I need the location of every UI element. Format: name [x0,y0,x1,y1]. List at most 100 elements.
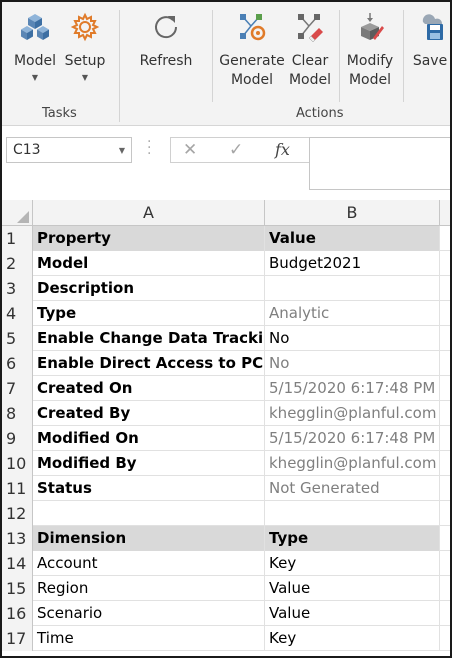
setup-button-label: Setup [64,53,106,69]
table-row: 5 Enable Change Data Tracking No [2,326,450,351]
cell-a[interactable]: Description [33,276,265,301]
row-header[interactable]: 3 [2,276,33,301]
row-header[interactable]: 17 [2,626,33,651]
cell-b[interactable]: 5/15/2020 6:17:48 PM [265,376,440,401]
refresh-button[interactable]: Refresh [136,12,196,71]
cell-a[interactable]: Created By [33,401,265,426]
select-all-corner[interactable] [2,200,33,226]
clear-model-label-line1: Clear [291,53,329,69]
row-header[interactable]: 6 [2,351,33,376]
table-row: 4 Type Analytic [2,301,450,326]
cell-a[interactable]: Enable Direct Access to PCR [33,351,265,376]
select-all-triangle-icon [17,211,29,223]
cell-b[interactable]: Key [265,626,440,651]
generate-model-label-line2: Model [230,72,274,88]
cell-a[interactable]: Enable Change Data Tracking [33,326,265,351]
table-row: 7 Created On 5/15/2020 6:17:48 PM [2,376,450,401]
refresh-button-label: Refresh [139,53,193,69]
row-header[interactable]: 7 [2,376,33,401]
row-header[interactable]: 4 [2,301,33,326]
cell-a[interactable]: Status [33,476,265,501]
table-row: 10 Modified By khegglin@planful.com [2,451,450,476]
name-box-dropdown-icon[interactable]: ▼ [119,146,125,155]
row-header[interactable]: 13 [2,526,33,551]
setup-dropdown-caret-icon[interactable]: ▼ [62,74,108,82]
table-row: 15 Region Value [2,576,450,601]
cell-b[interactable]: 5/15/2020 6:17:48 PM [265,426,440,451]
cell-a[interactable]: Modified On [33,426,265,451]
cell-a[interactable]: Account [33,551,265,576]
formula-bar-grip-icon[interactable]: · · · [147,135,151,161]
modify-model-icon [361,13,384,40]
generate-model-icon [240,14,266,41]
formula-buttons: ✕ ✓ fx [170,137,310,163]
cell-b[interactable]: Not Generated [265,476,440,501]
modify-model-label-line2: Model [348,72,392,88]
model-button[interactable]: Model ▼ [10,12,60,82]
name-box[interactable]: C13 ▼ [6,137,132,163]
cell-a[interactable]: Type [33,301,265,326]
row-header[interactable]: 12 [2,501,33,526]
cell-a[interactable]: Region [33,576,265,601]
cell-a[interactable]: Model [33,251,265,276]
enter-check-icon[interactable]: ✓ [229,140,243,160]
row-header[interactable]: 2 [2,251,33,276]
tasks-group-label: Tasks [42,106,77,121]
ribbon-separator [339,10,340,102]
clear-model-label-line2: Model [288,72,332,88]
cell-b[interactable]: Type [265,526,440,551]
save-button-label: Save [412,53,448,69]
row-header[interactable]: 15 [2,576,33,601]
modify-model-label-line1: Modify [346,53,394,69]
cell-a[interactable]: Property [33,226,265,251]
cell-a[interactable]: Modified By [33,451,265,476]
insert-function-icon[interactable]: fx [275,140,290,159]
cell-b[interactable] [265,501,440,526]
cell-b[interactable]: khegglin@planful.com [265,401,440,426]
table-row: 12 [2,501,450,526]
cell-a[interactable] [33,501,265,526]
modify-model-button[interactable]: Modify Model [342,12,398,90]
row-header[interactable]: 1 [2,226,33,251]
cell-b[interactable]: khegglin@planful.com [265,451,440,476]
cell-b[interactable]: No [265,351,440,376]
cell-a[interactable]: Created On [33,376,265,401]
setup-button[interactable]: Setup ▼ [62,12,108,82]
column-header-b[interactable]: B [265,200,440,226]
cell-b[interactable] [265,276,440,301]
row-header[interactable]: 9 [2,426,33,451]
cell-b[interactable]: Value [265,576,440,601]
clear-model-button[interactable]: Clear Model [286,12,334,90]
clear-model-icon [298,14,323,42]
setup-gear-icon [70,12,100,42]
excel-window: Model ▼ Setup ▼ Tasks Refresh Generate M… [0,0,452,658]
table-row: 9 Modified On 5/15/2020 6:17:48 PM [2,426,450,451]
cell-b[interactable]: Key [265,551,440,576]
row-header[interactable]: 5 [2,326,33,351]
row-header[interactable]: 8 [2,401,33,426]
table-row: 11 Status Not Generated [2,476,450,501]
table-row: 16 Scenario Value [2,601,450,626]
ribbon-separator [403,10,404,102]
cell-a[interactable]: Scenario [33,601,265,626]
row-header[interactable]: 16 [2,601,33,626]
save-button[interactable]: Save [408,12,450,71]
column-header-a[interactable]: A [33,200,265,226]
row-header[interactable]: 11 [2,476,33,501]
cell-b[interactable]: No [265,326,440,351]
row-header[interactable]: 10 [2,451,33,476]
cell-b[interactable]: Value [265,226,440,251]
row-header[interactable]: 14 [2,551,33,576]
column-header-bar: A B [2,200,450,226]
generate-model-button[interactable]: Generate Model [219,12,285,90]
cell-b[interactable]: Value [265,601,440,626]
cell-b[interactable]: Analytic [265,301,440,326]
model-dropdown-caret-icon[interactable]: ▼ [10,74,60,82]
table-row: 1 Property Value [2,226,450,251]
formula-input[interactable] [309,137,450,190]
cell-a[interactable]: Time [33,626,265,651]
cancel-icon[interactable]: ✕ [183,140,197,160]
save-icon [422,14,443,40]
cell-a[interactable]: Dimension [33,526,265,551]
cell-b[interactable]: Budget2021 [265,251,440,276]
